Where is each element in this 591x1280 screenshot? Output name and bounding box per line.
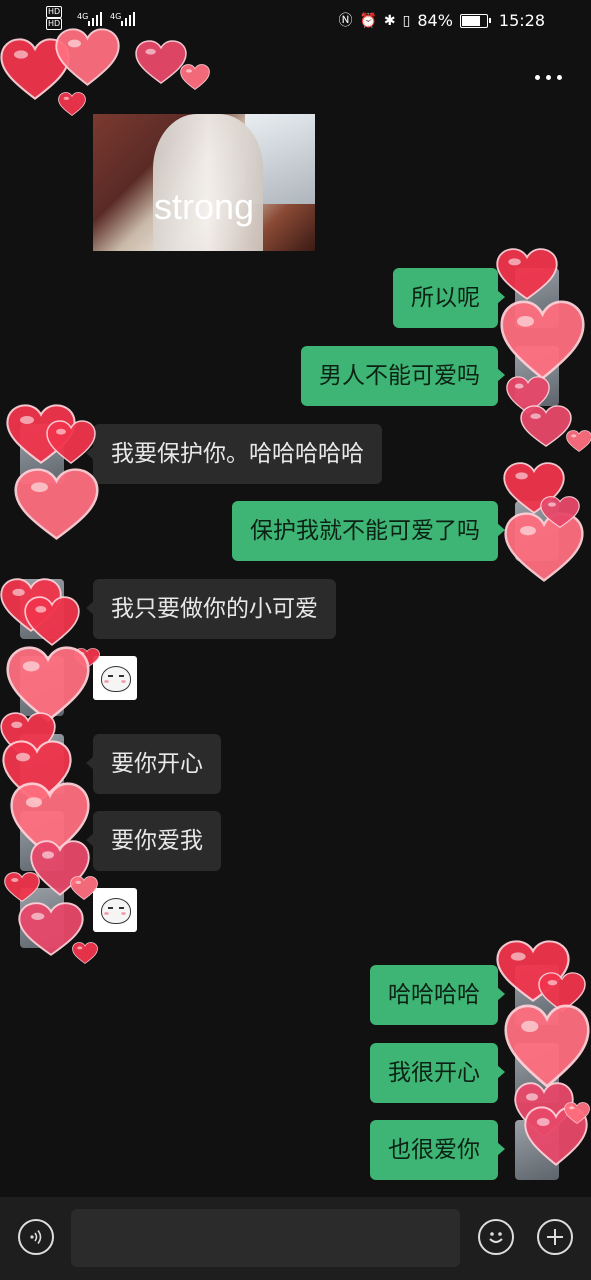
photo-cat (153, 114, 263, 251)
hd-indicator: HD HD (46, 6, 63, 30)
message-bubble-sent[interactable]: 哈哈哈哈 (370, 965, 505, 1025)
heart-sticker-icon (520, 405, 572, 447)
heart-sticker-icon (55, 28, 120, 86)
heart-sticker-icon (504, 1004, 590, 1088)
heart-sticker-icon (496, 248, 558, 300)
image-message[interactable]: strong (93, 114, 315, 251)
battery-fill (461, 15, 481, 26)
photo-caption: strong (153, 186, 255, 227)
cat-sticker[interactable] (93, 888, 137, 932)
battery-icon (459, 13, 491, 28)
nfc-icon: Ⓝ (338, 12, 353, 29)
network-label-2: 4G (110, 12, 122, 21)
heart-sticker-icon (46, 420, 96, 464)
message-bubble-sent[interactable]: 也很爱你 (370, 1120, 505, 1180)
battery-percent: 84% (417, 11, 453, 30)
heart-sticker-icon (24, 596, 80, 646)
bluetooth-icon: ✱ (383, 12, 396, 29)
message-bubble-sent[interactable]: 所以呢 (393, 268, 505, 328)
heart-sticker-icon (566, 430, 591, 452)
message-bubble-sent[interactable]: 男人不能可爱吗 (301, 346, 505, 406)
heart-sticker-icon (14, 468, 99, 540)
message-bubble-received[interactable]: 我只要做你的小可爱 (86, 579, 336, 639)
heart-sticker-icon (540, 496, 580, 528)
alarm-icon: ⏰ (359, 12, 377, 29)
network-label: 4G (77, 12, 89, 21)
message-bubble-sent[interactable]: 保护我就不能可爱了吗 (232, 501, 505, 561)
vibrate-icon: ▯ (402, 12, 411, 29)
heart-sticker-icon (180, 64, 210, 90)
emoji-icon[interactable] (478, 1219, 514, 1255)
heart-sticker-icon (500, 300, 585, 380)
clock: 15:28 (498, 11, 545, 30)
message-input[interactable] (71, 1209, 460, 1267)
message-bubble-received[interactable]: 要你开心 (86, 734, 221, 794)
heart-sticker-icon (58, 92, 86, 116)
signal-icon-2 (121, 12, 135, 26)
message-bubble-received[interactable]: 我要保护你。哈哈哈哈哈 (86, 424, 382, 484)
signal-icon (88, 12, 102, 26)
heart-sticker-icon (4, 872, 40, 902)
message-bubble-sent[interactable]: 我很开心 (370, 1043, 505, 1103)
message-bubble-received[interactable]: 要你爱我 (86, 811, 221, 871)
heart-sticker-icon (564, 1102, 590, 1124)
heart-sticker-icon (6, 646, 90, 722)
voice-icon[interactable] (18, 1219, 54, 1255)
input-bar (0, 1197, 591, 1280)
heart-sticker-icon (72, 942, 98, 964)
heart-sticker-icon (70, 876, 98, 900)
plus-icon[interactable] (537, 1219, 573, 1255)
more-dots-icon[interactable] (533, 70, 563, 84)
